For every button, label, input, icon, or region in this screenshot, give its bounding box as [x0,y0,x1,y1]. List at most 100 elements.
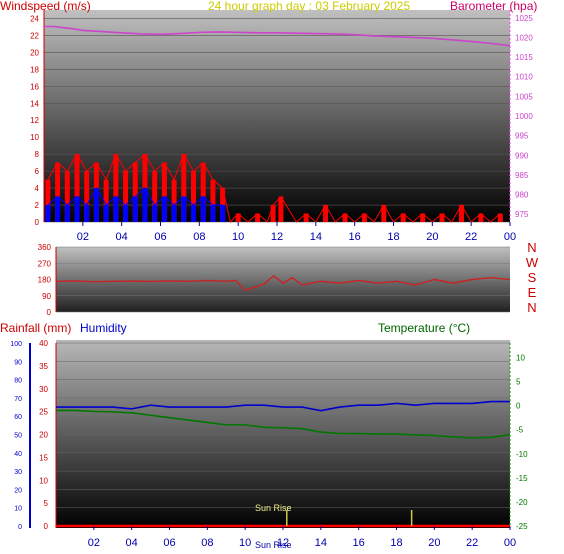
windspeed-tick-label: 22 [30,31,39,40]
windspeed-tick-label: 16 [30,82,39,91]
temperature-tick-label: -25 [516,522,528,531]
wind-time-tick-label: 18 [387,231,399,243]
weather-graph-svg: 024681012141618202224 975980985990995100… [0,0,539,550]
temperature-axis-title: Temperature (°C) [378,321,470,335]
barometer-tick-label: 1020 [515,33,533,42]
rainfall-tick-label: 10 [39,476,48,485]
rainfall-axis-title: Rainfall (mm) [0,321,71,335]
barometer-tick-label: 1005 [515,92,533,101]
humidity-tick-label: 100 [10,341,22,348]
hum-temp-time-tick-label: 20 [428,537,440,549]
compass-label: N [527,300,536,315]
hum-temp-time-tick-label: 16 [353,537,365,549]
rainfall-tick-label: 25 [39,408,48,417]
temperature-tick-label: 0 [516,402,521,411]
compass-labels: NWSEN [526,240,539,315]
windspeed-tick-label: 12 [30,116,39,125]
humidity-axis-title: Humidity [80,321,127,335]
humidity-tick-labels: 0 10 20 30 40 50 60 70 80 90 100 [10,341,22,531]
rainfall-tick-label: 30 [39,385,48,394]
hum-temp-time-tick-label: 06 [163,537,175,549]
compass-label: E [528,285,537,300]
windspeed-tick-label: 0 [35,218,40,227]
humidity-tick-label: 0 [18,524,22,531]
windspeed-tick-label: 18 [30,65,39,74]
wind-time-tick-label: 04 [116,231,128,243]
barometer-tick-label: 1015 [515,53,533,62]
hum-temp-plot-area [56,340,510,528]
windspeed-tick-label: 4 [35,184,40,193]
barometer-tick-label: 1025 [515,14,533,23]
hum-temp-time-tick-label: 02 [88,537,100,549]
hum-temp-time-tick-label: 10 [239,537,251,549]
wind-time-tick-label: 12 [271,231,283,243]
windspeed-tick-label: 20 [30,48,39,57]
direction-tick-label: 270 [38,259,52,268]
wind-time-tick-label: 22 [465,231,477,243]
temperature-tick-label: 10 [516,353,525,362]
weather-graph-page: 0 2 4 6 8 10 12 14 16 18 20 22 24 975 980 985 990 995 100… [0,0,564,550]
windspeed-axis-title: Windspeed (m/s) [0,0,91,13]
wind-time-tick-label: 00 [504,231,516,243]
rainfall-tick-label: 20 [39,431,48,440]
windspeed-tick-labels: 024681012141618202224 [30,14,39,227]
wind-time-tick-label: 14 [310,231,322,243]
humidity-tick-label: 50 [14,433,22,440]
direction-tick-labels: 0 90 180 270 360 [38,243,52,317]
temperature-tick-label: -20 [516,498,528,507]
barometer-tick-label: 1000 [515,112,533,121]
temperature-tick-label: -10 [516,450,528,459]
hum-temp-time-tick-label: 18 [390,537,402,549]
direction-tick-label: 90 [42,292,51,301]
rainfall-tick-label: 15 [39,453,48,462]
humidity-tick-label: 30 [14,469,22,476]
humidity-tick-label: 40 [14,451,22,458]
windspeed-tick-label: 8 [35,150,40,159]
humidity-tick-label: 80 [14,378,22,385]
rainfall-tick-labels: 0 5 10 15 20 25 30 35 40 [39,339,48,531]
temperature-tick-label: -15 [516,474,528,483]
compass-label: N [527,240,536,255]
windspeed-tick-label: 10 [30,133,39,142]
hum-temp-time-tick-label: 14 [315,537,327,549]
hum-temp-time-tick-label: 00 [504,537,516,549]
rainfall-tick-label: 35 [39,362,48,371]
wind-time-tick-label: 02 [77,231,89,243]
wind-time-tick-label: 08 [193,231,205,243]
barometer-tick-label: 990 [515,151,529,160]
windspeed-tick-label: 24 [30,14,39,23]
rainfall-tick-label: 5 [44,499,49,508]
compass-label: W [526,255,539,270]
wind-time-tick-labels: 02 04 06 08 10 12 14 16 18 20 22 00 [77,222,516,243]
hum-temp-time-tick-label: 08 [201,537,213,549]
temperature-tick-labels: -25 -20 -15 -10 -5 0 5 10 [516,353,528,531]
sunrise-label: Sun Rise [255,503,292,513]
humidity-tick-label: 20 [14,487,22,494]
windspeed-tick-label: 14 [30,99,39,108]
graph-title: 24 hour graph day : 03 February 2025 [208,0,410,13]
barometer-tick-label: 985 [515,171,529,180]
hum-temp-time-tick-label: 04 [126,537,138,549]
rainfall-tick-label: 0 [44,522,49,531]
windspeed-tick-label: 2 [35,201,40,210]
temperature-tick-label: -5 [516,426,524,435]
humidity-tick-label: 60 [14,414,22,421]
humidity-tick-label: 90 [14,359,22,366]
direction-tick-label: 0 [47,308,52,317]
wind-time-tick-label: 10 [232,231,244,243]
sunset-label: Sun Rise [255,540,292,549]
barometer-tick-label: 1010 [515,73,533,82]
wind-time-tick-label: 06 [154,231,166,243]
humidity-tick-label: 70 [14,396,22,403]
barometer-tick-label: 995 [515,132,529,141]
direction-tick-label: 180 [38,276,52,285]
windspeed-tick-label: 6 [35,167,40,176]
temperature-tick-label: 5 [516,378,521,387]
barometer-tick-label: 980 [515,191,529,200]
humidity-tick-label: 10 [14,506,22,513]
wind-time-tick-label: 20 [426,231,438,243]
hum-temp-time-tick-label: 22 [466,537,478,549]
barometer-tick-labels: 975 980 985 990 995 1000 1005 1010 1015 1020 1025 [515,14,533,219]
direction-tick-label: 360 [38,243,52,252]
wind-time-tick-label: 16 [349,231,361,243]
